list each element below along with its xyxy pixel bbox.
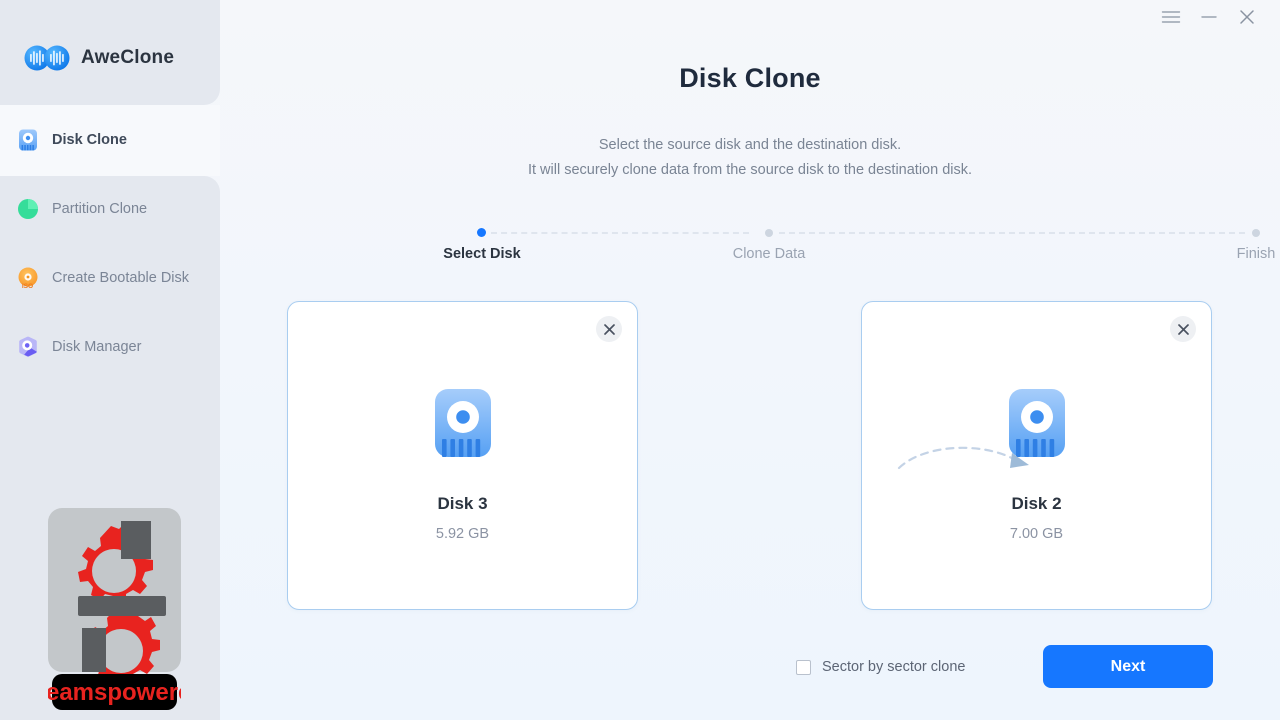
sector-by-sector-label: Sector by sector clone — [822, 659, 966, 675]
disk-selection-area: Disk 3 5.92 GB Disk 2 7.00 GB — [220, 301, 1280, 611]
main-content: Disk Clone Select the source disk and th… — [220, 0, 1280, 720]
destination-disk-remove-button[interactable] — [1170, 316, 1196, 342]
page-title: Disk Clone — [679, 63, 821, 93]
subtitle-line-1: Select the source disk and the destinati… — [598, 137, 902, 153]
app-logo: AweClone — [24, 45, 174, 71]
disk-manager-icon — [19, 336, 37, 357]
close-icon — [603, 323, 615, 335]
sidebar-item-label: Disk Manager — [52, 338, 142, 355]
stepper-track — [461, 228, 1279, 237]
stepper-label-finish: Finish — [1236, 246, 1276, 262]
sidebar-item-label: Create Bootable Disk — [52, 269, 190, 286]
svg-text:Steamspowered: Steamspowered — [48, 679, 181, 706]
sector-by-sector-option[interactable]: Sector by sector clone — [796, 659, 965, 675]
infinity-logo-icon — [24, 45, 70, 71]
destination-disk-size: 7.00 GB — [1009, 526, 1064, 542]
stepper-connector — [779, 232, 1245, 234]
stepper-dot-clone-data — [765, 228, 773, 237]
sidebar-item-label: Partition Clone — [52, 200, 148, 217]
close-icon — [1177, 323, 1189, 335]
sidebar-item-label: Disk Clone — [52, 131, 127, 148]
footer-actions: Sector by sector clone Next — [220, 645, 1280, 697]
page-subtitle: Select the source disk and the destinati… — [220, 133, 1280, 183]
next-button[interactable]: Next — [1043, 645, 1213, 688]
stepper-dot-select-disk — [477, 228, 486, 237]
sidebar-nav: Disk Clone Partition Clone ISO Create Bo… — [0, 105, 220, 381]
sidebar-item-create-bootable-disk[interactable]: ISO Create Bootable Disk — [0, 243, 220, 312]
sidebar-item-partition-clone[interactable]: Partition Clone — [0, 174, 220, 243]
source-disk-remove-button[interactable] — [596, 316, 622, 342]
close-button[interactable] — [1228, 2, 1266, 32]
close-icon — [1240, 10, 1254, 24]
source-disk-card[interactable]: Disk 3 5.92 GB — [287, 301, 638, 610]
minimize-icon — [1201, 16, 1217, 18]
sector-by-sector-checkbox[interactable] — [796, 659, 811, 675]
app-name: AweClone — [81, 47, 175, 68]
menu-icon — [1161, 11, 1181, 23]
steamspowered-watermark: Steamspowered — [22, 508, 206, 711]
sidebar-item-disk-clone[interactable]: Disk Clone — [0, 105, 220, 174]
hard-disk-icon — [19, 129, 37, 150]
sidebar-item-disk-manager[interactable]: Disk Manager — [0, 312, 220, 381]
minimize-button[interactable] — [1190, 2, 1228, 32]
window-controls — [1152, 0, 1280, 34]
stepper-label-select-disk: Select Disk — [443, 246, 521, 262]
stepper-dot-finish — [1252, 228, 1260, 237]
source-disk-size: 5.92 GB — [435, 526, 490, 542]
svg-text:ISO: ISO — [22, 283, 33, 290]
dashed-arrow-icon — [897, 446, 1029, 470]
gear-watermark-icon: Steamspowered — [22, 508, 206, 710]
stepper-label-clone-data: Clone Data — [732, 246, 806, 262]
pie-partition-icon — [18, 198, 38, 219]
progress-stepper: Select Disk Clone Data Finish — [443, 222, 1279, 272]
source-disk-name: Disk 3 — [437, 494, 488, 513]
app-window: AweClone Disk Clone Partition Clone ISO … — [0, 0, 1280, 720]
hard-disk-icon — [434, 389, 491, 457]
iso-disc-icon: ISO — [18, 267, 38, 290]
destination-disk-name: Disk 2 — [1011, 494, 1062, 513]
subtitle-line-2: It will securely clone data from the sou… — [527, 162, 973, 178]
stepper-connector — [491, 232, 749, 234]
menu-button[interactable] — [1152, 2, 1190, 32]
sidebar: AweClone Disk Clone Partition Clone ISO … — [0, 0, 220, 720]
